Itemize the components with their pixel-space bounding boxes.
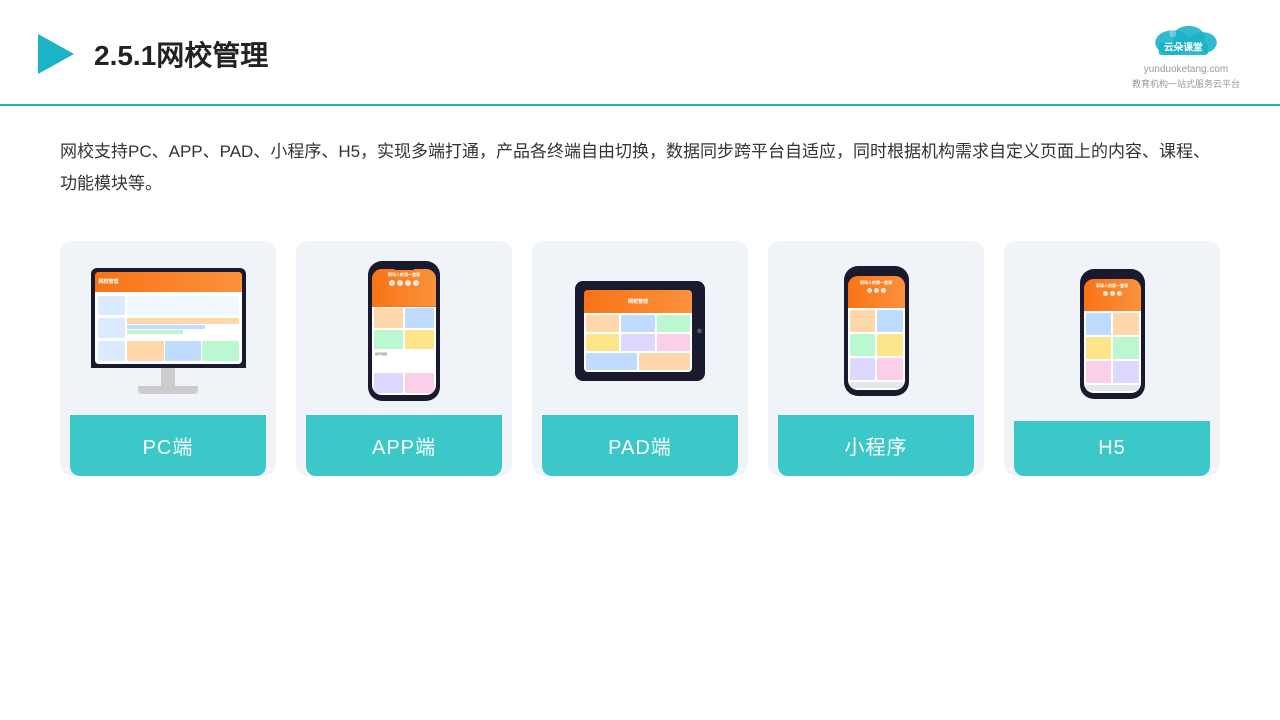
pc-monitor-icon: 网校管理 [91,268,246,394]
miniprogram-label: 小程序 [778,415,974,476]
brand-cloud-icon: 云朵课堂 [1146,18,1226,62]
description-text: 网校支持PC、APP、PAD、小程序、H5，实现多端打通，产品各终端自由切换，数… [60,136,1220,201]
pad-label: PAD端 [542,415,738,476]
device-card-app: 职场人的第一堂课 [296,241,512,476]
h5-image-area: 职场人的第一堂课 [1014,261,1210,421]
miniprogram-image-area: 职场人的第一堂课 [778,261,974,415]
brand-url: yunduoketang.com [1144,64,1229,75]
miniprogram-phone-icon: 职场人的第一堂课 [844,266,909,396]
svg-text:云朵课堂: 云朵课堂 [1164,41,1203,54]
brand-logo: 云朵课堂 yunduoketang.com 教育机构一站式服务云平台 [1132,18,1240,90]
app-logo-icon [30,30,78,78]
devices-row: 网校管理 [60,241,1220,476]
brand-slogan: 教育机构一站式服务云平台 [1132,77,1240,90]
h5-phone-icon: 职场人的第一堂课 [1080,269,1145,399]
pad-icon: 网校管理 [575,281,705,381]
device-card-pad: 网校管理 [532,241,748,476]
main-content: 网校支持PC、APP、PAD、小程序、H5，实现多端打通，产品各终端自由切换，数… [0,106,1280,496]
pc-label: PC端 [70,415,266,476]
pad-image-area: 网校管理 [542,261,738,415]
header: 2.5.1网校管理 云朵课堂 yunduoketang.com 教育机构一站式服… [0,0,1280,106]
pc-image-area: 网校管理 [70,261,266,415]
device-card-pc: 网校管理 [60,241,276,476]
device-card-miniprogram: 职场人的第一堂课 [768,241,984,476]
device-card-h5: 职场人的第一堂课 [1004,241,1220,476]
app-image-area: 职场人的第一堂课 [306,261,502,415]
app-label: APP端 [306,415,502,476]
header-left: 2.5.1网校管理 [30,30,268,78]
app-phone-icon: 职场人的第一堂课 [368,261,440,401]
page-title: 2.5.1网校管理 [94,34,268,74]
h5-label: H5 [1014,421,1210,476]
